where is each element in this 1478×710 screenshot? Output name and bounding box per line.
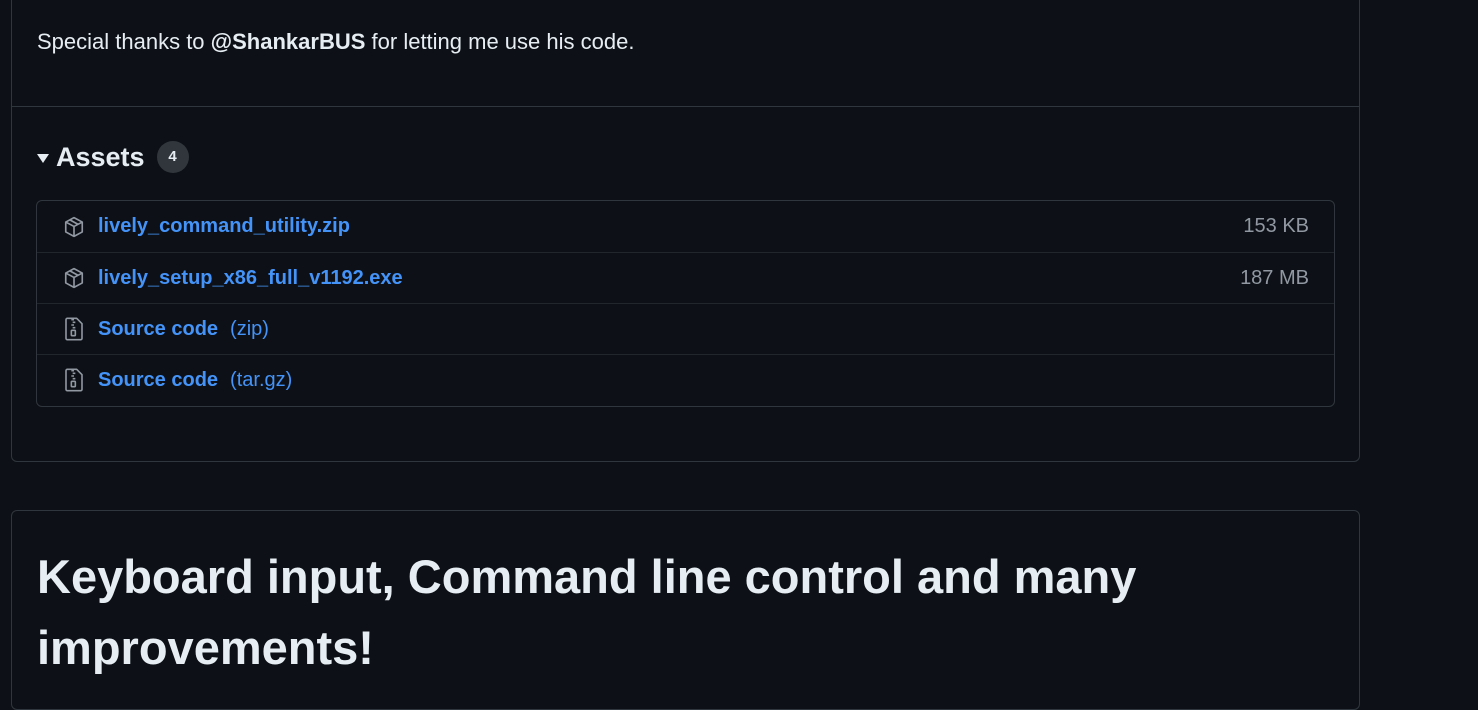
file-zip-icon (62, 368, 86, 392)
assets-toggle[interactable]: Assets 4 (37, 137, 189, 177)
asset-download-link[interactable]: lively_command_utility.zip (98, 215, 350, 238)
caret-down-icon (37, 154, 49, 163)
asset-format: (zip) (230, 317, 269, 340)
next-release-card: Keyboard input, Command line control and… (11, 510, 1360, 710)
release-title[interactable]: Keyboard input, Command line control and… (37, 541, 1187, 683)
asset-row: Source code (zip) (37, 303, 1334, 354)
asset-size: 187 MB (1240, 266, 1309, 289)
source-code-zip-link[interactable]: Source code (98, 318, 218, 341)
release-card: Special thanks to @ShankarBUS for lettin… (11, 0, 1360, 462)
package-icon (62, 266, 86, 290)
assets-list: lively_command_utility.zip 153 KB lively… (36, 200, 1335, 407)
asset-format: (tar.gz) (230, 368, 293, 391)
thanks-suffix: for letting me use his code. (371, 29, 635, 54)
file-zip-icon (62, 317, 86, 341)
package-icon (62, 215, 86, 239)
asset-size: 153 KB (1243, 215, 1309, 237)
asset-download-link[interactable]: lively_setup_x86_full_v1192.exe (98, 267, 403, 290)
assets-count-badge: 4 (156, 141, 189, 173)
user-mention-link[interactable]: @ShankarBUS (211, 29, 366, 54)
asset-row: Source code (tar.gz) (37, 354, 1334, 405)
section-divider (12, 106, 1359, 107)
assets-title: Assets (56, 141, 145, 172)
thanks-prefix: Special thanks to (37, 29, 205, 54)
source-code-targz-link[interactable]: Source code (98, 369, 218, 392)
asset-row: lively_command_utility.zip 153 KB (37, 201, 1334, 252)
asset-row: lively_setup_x86_full_v1192.exe 187 MB (37, 252, 1334, 303)
release-notes-text: Special thanks to @ShankarBUS for lettin… (37, 29, 634, 55)
